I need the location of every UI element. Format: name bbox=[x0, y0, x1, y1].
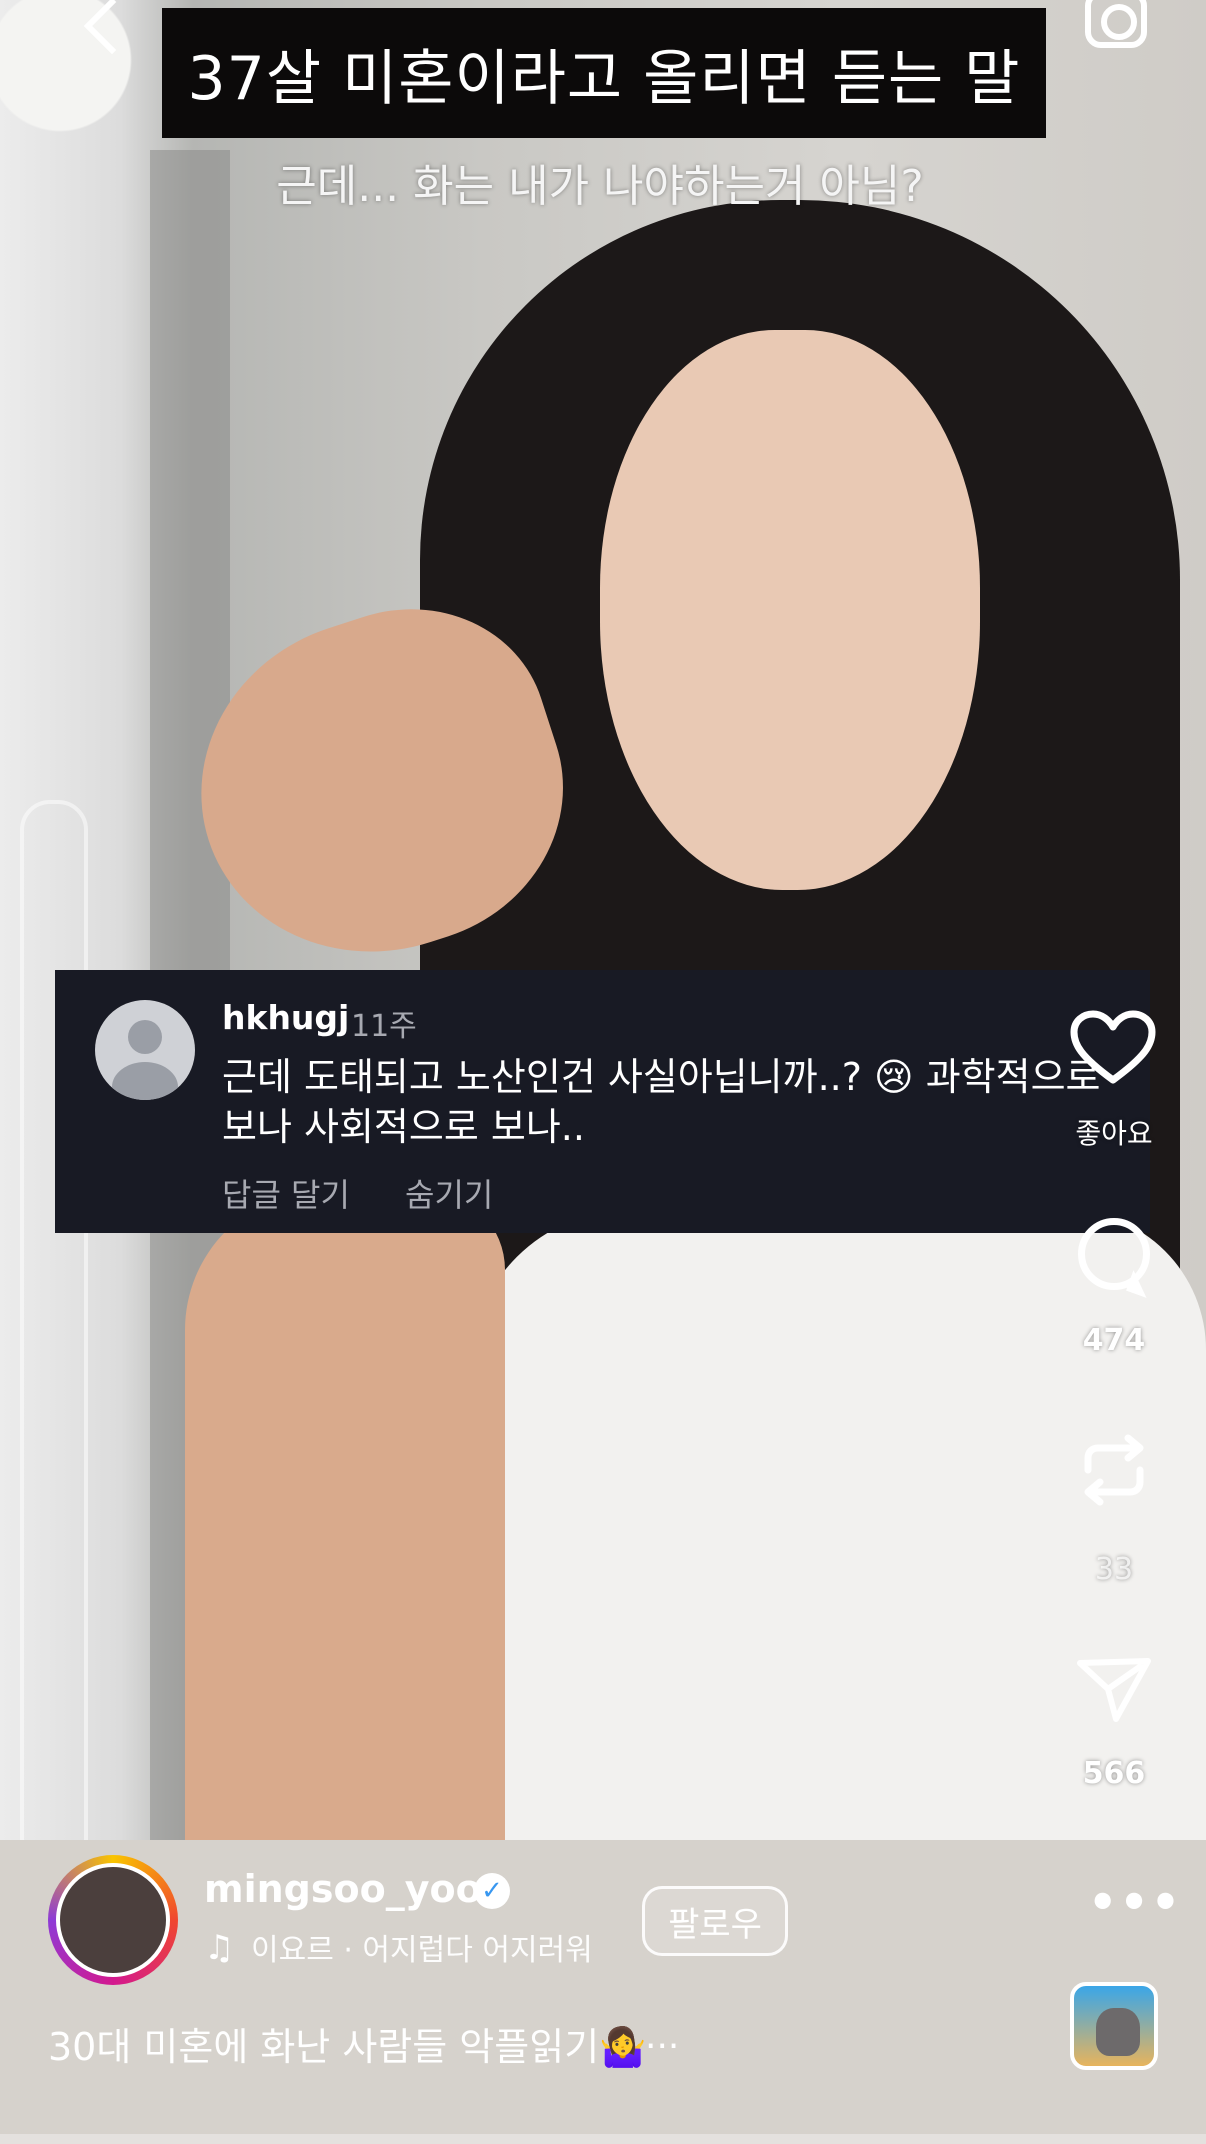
comment-icon[interactable] bbox=[1078, 1218, 1150, 1290]
reposts-count: 33 bbox=[1094, 1552, 1134, 1587]
verified-badge-icon: ✓ bbox=[474, 1873, 510, 1909]
comment-action[interactable]: 474 bbox=[1064, 1323, 1164, 1358]
shares-count: 566 bbox=[1082, 1756, 1146, 1791]
hide-button[interactable]: 숨기기 bbox=[405, 1170, 493, 1216]
comment-text: 근데 도태되고 노산인건 사실아닙니까..? 😢 과학적으로 보나 사회적으로 … bbox=[222, 1055, 1101, 1149]
reply-button[interactable]: 답글 달기 bbox=[222, 1170, 350, 1216]
music-track[interactable]: 이요르 · 어지럽다 어지러워 bbox=[251, 1925, 593, 1969]
heart-icon[interactable] bbox=[1070, 1010, 1156, 1086]
follow-label: 팔로우 bbox=[668, 1904, 762, 1945]
audio-thumbnail[interactable] bbox=[1070, 1982, 1158, 2070]
music-note-icon: ♫ bbox=[204, 1928, 235, 1968]
table-surface bbox=[0, 1840, 1206, 2144]
more-icon[interactable]: ••• bbox=[1088, 1875, 1182, 1929]
caption-more[interactable]: ... bbox=[645, 2016, 679, 2057]
video-title-overlay: 37살 미혼이라고 올리면 듣는 말 bbox=[162, 8, 1046, 138]
author-username[interactable]: mingsoo_yoo bbox=[204, 1867, 482, 1911]
video-subtitle: 근데... 화는 내가 나야하는거 아님? bbox=[276, 161, 924, 212]
camera-icon[interactable] bbox=[1085, 0, 1147, 48]
send-icon[interactable] bbox=[1074, 1655, 1154, 1725]
author-avatar-image bbox=[56, 1863, 170, 1977]
author-avatar[interactable] bbox=[48, 1855, 178, 1985]
like-action[interactable]: 좋아요 bbox=[1064, 1112, 1164, 1152]
follow-button[interactable]: 팔로우 bbox=[642, 1886, 788, 1956]
reel-caption[interactable]: 30대 미혼에 화난 사람들 악플읽기🤷‍♀️ bbox=[48, 2016, 646, 2071]
commenter-avatar[interactable] bbox=[95, 1000, 195, 1100]
face-shape bbox=[600, 330, 980, 890]
repost-icon[interactable] bbox=[1074, 1430, 1154, 1510]
video-progress-bar[interactable] bbox=[0, 2134, 1206, 2144]
comment-time: 11주 bbox=[351, 1009, 417, 1044]
pinned-comment-card: hkhugj 11주 근데 도태되고 노산인건 사실아닙니까..? 😢 과학적으… bbox=[55, 970, 1150, 1233]
video-title-text: 37살 미혼이라고 올리면 듣는 말 bbox=[187, 43, 1021, 114]
repost-action[interactable]: 33 bbox=[1064, 1552, 1164, 1587]
like-label: 좋아요 bbox=[1075, 1117, 1153, 1150]
commenter-username[interactable]: hkhugj bbox=[222, 998, 349, 1037]
share-action[interactable]: 566 bbox=[1064, 1756, 1164, 1791]
comments-count: 474 bbox=[1082, 1323, 1146, 1358]
avatar-head-shape bbox=[128, 1020, 162, 1054]
reel-viewer[interactable]: 37살 미혼이라고 올리면 듣는 말 근데... 화는 내가 나야하는거 아님?… bbox=[0, 0, 1206, 2144]
avatar-body-shape bbox=[112, 1062, 178, 1100]
